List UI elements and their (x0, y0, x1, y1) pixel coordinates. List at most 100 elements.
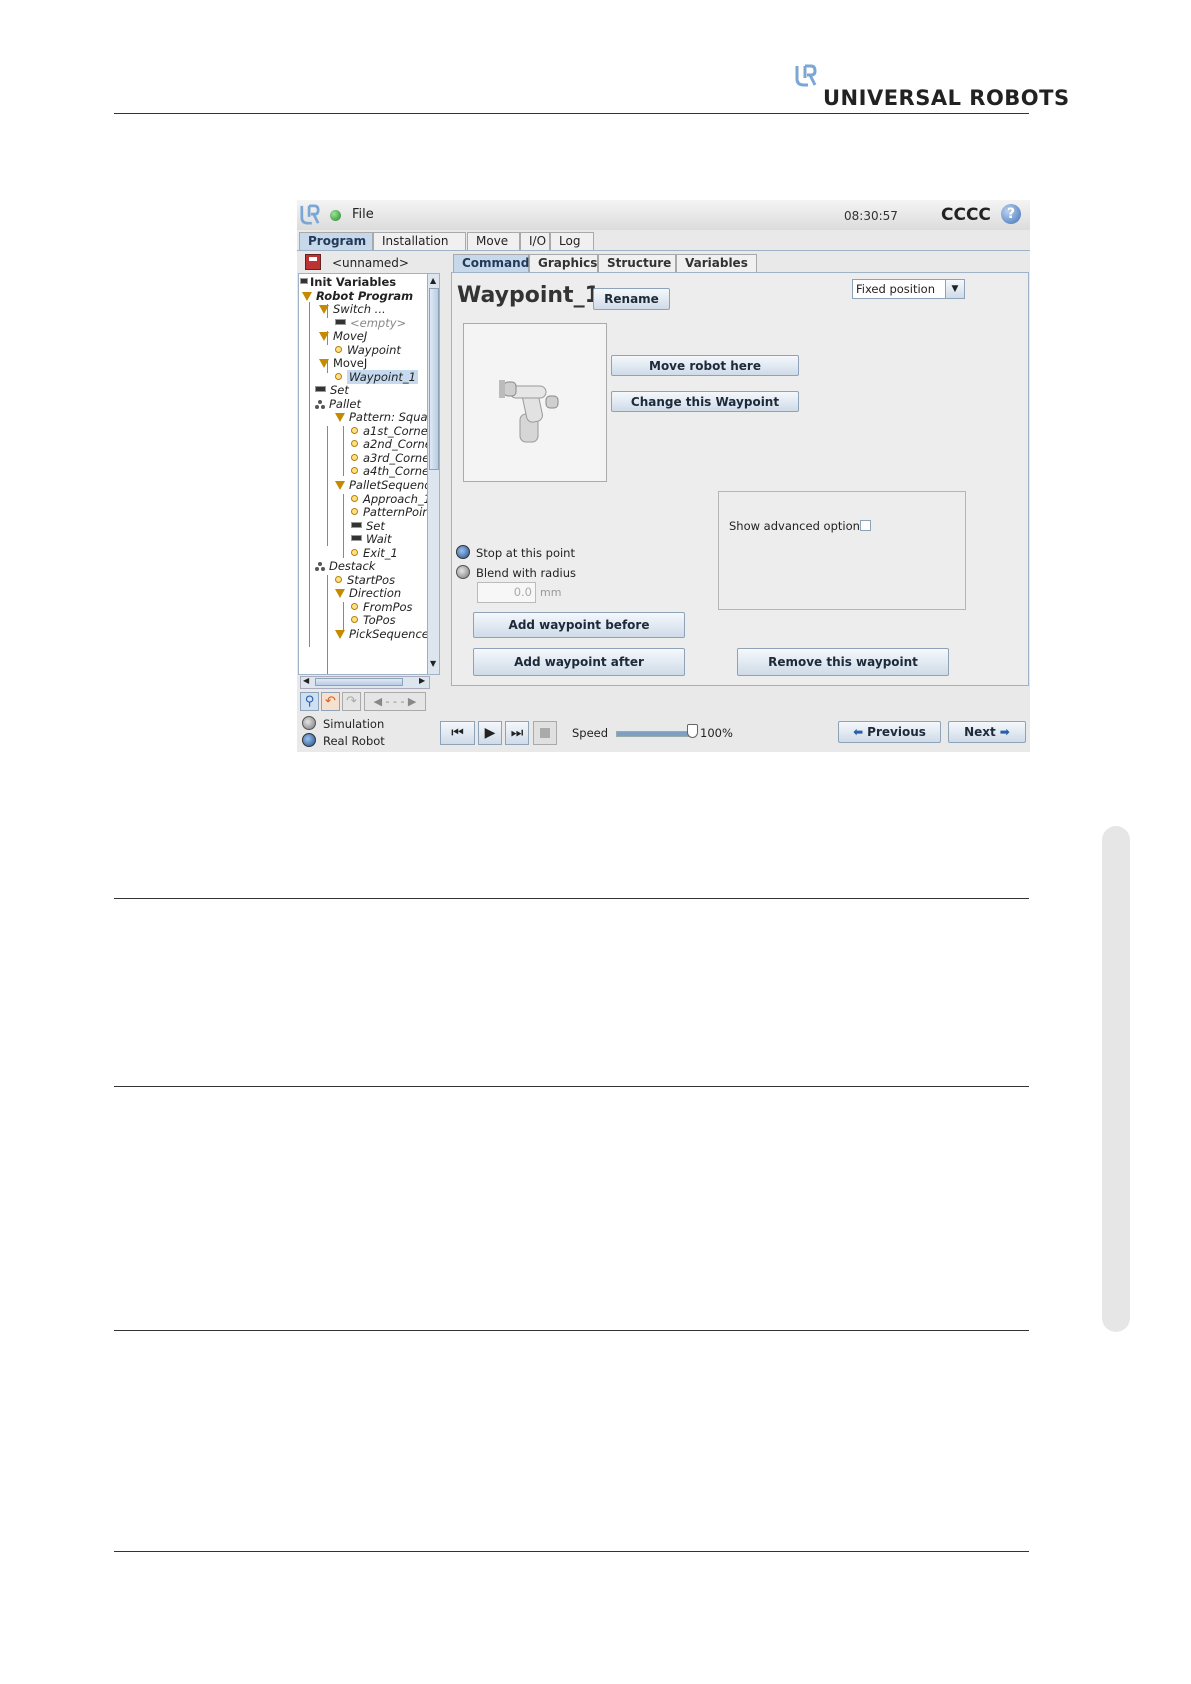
tab-graphics[interactable]: Graphics (529, 254, 598, 272)
simulation-radio[interactable] (302, 716, 316, 730)
waypoint-title: Waypoint_1 (457, 283, 600, 308)
tab-program[interactable]: Program (299, 232, 373, 250)
program-name: <unnamed> (332, 256, 409, 270)
tab-divider (297, 250, 1030, 251)
previous-button[interactable]: ⬅ Previous (838, 721, 941, 743)
brand-name: UNIVERSAL ROBOTS (823, 86, 1070, 110)
ur-logo-icon (795, 64, 817, 87)
tab-variables[interactable]: Variables (676, 254, 757, 272)
tree-node[interactable]: a2nd_Corne (351, 437, 432, 451)
tree-node[interactable]: MoveJ (319, 329, 367, 343)
tree-node[interactable]: Pattern: Squar (335, 410, 432, 424)
tree-node[interactable]: StartPos (335, 573, 395, 587)
position-mode-select[interactable]: Fixed position ▼ (852, 279, 965, 299)
polyscope-screenshot: File 08:30:57 CCCC ? Program Installatio… (297, 200, 1030, 752)
scroll-left-icon[interactable]: ◀ (303, 676, 309, 685)
skip-to-start-icon[interactable]: ⏮ (440, 721, 475, 745)
tree-node[interactable]: Exit_1 (351, 546, 398, 560)
file-menu[interactable]: File (352, 207, 374, 222)
tree-node-selected[interactable]: Waypoint_1 (335, 370, 418, 384)
tree-node[interactable]: ToPos (351, 613, 396, 627)
move-robot-here-button[interactable]: Move robot here (611, 355, 799, 376)
help-icon[interactable]: ? (1001, 204, 1021, 224)
tree-node[interactable]: a4th_Corner (351, 464, 434, 478)
section-rule (114, 898, 1029, 899)
blend-radius-radio[interactable] (456, 565, 470, 579)
scroll-down-icon[interactable]: ▼ (430, 659, 436, 668)
scroll-right-icon[interactable]: ▶ (419, 676, 425, 685)
robot-preview (463, 323, 607, 482)
chapter-side-tab (1102, 826, 1130, 1332)
robot-arm-icon (499, 380, 559, 443)
next-button[interactable]: Next ➡ (948, 721, 1026, 743)
save-icon[interactable] (305, 254, 321, 270)
search-icon[interactable]: ⚲ (300, 692, 319, 711)
change-waypoint-button[interactable]: Change this Waypoint (611, 391, 799, 412)
program-tree[interactable]: Init Variables Robot Program Switch ... … (298, 273, 440, 675)
clock: 08:30:57 (844, 209, 898, 223)
tree-node[interactable]: Set (315, 383, 349, 397)
tab-command[interactable]: Command (453, 254, 529, 272)
add-waypoint-before-button[interactable]: Add waypoint before (473, 612, 685, 638)
tree-node[interactable]: Set (351, 519, 385, 533)
blend-radius-input[interactable]: 0.0 (477, 582, 536, 603)
section-rule (114, 1551, 1029, 1552)
tree-node[interactable]: PatternPoint (351, 505, 434, 519)
rename-button[interactable]: Rename (593, 288, 670, 310)
step-icon[interactable]: ⏭ (505, 721, 529, 745)
tree-node[interactable]: PalletSequenc (335, 478, 431, 492)
section-rule (114, 1330, 1029, 1331)
scroll-up-icon[interactable]: ▲ (430, 276, 436, 285)
tree-scroll-thumb[interactable] (429, 288, 439, 470)
remove-waypoint-button[interactable]: Remove this waypoint (737, 648, 949, 676)
header-rule (114, 113, 1029, 114)
tree-node[interactable]: Switch ... (319, 302, 386, 316)
tree-node[interactable]: a1st_Corner (351, 424, 433, 438)
tree-node[interactable]: Wait (351, 532, 392, 546)
stop-at-point-label: Stop at this point (476, 546, 575, 560)
tree-node[interactable]: Destack (315, 559, 375, 573)
tree-node[interactable]: Direction (335, 586, 401, 600)
tree-hscroll-thumb[interactable] (315, 678, 403, 686)
tab-structure[interactable]: Structure (598, 254, 676, 272)
position-mode-value: Fixed position (856, 282, 936, 296)
tree-node[interactable]: PickSequence (335, 627, 429, 641)
chevron-down-icon[interactable]: ▼ (945, 280, 964, 298)
real-robot-radio[interactable] (302, 733, 316, 747)
move-node-arrows[interactable]: ◀ - - - ▶ (364, 692, 426, 711)
tab-move[interactable]: Move (467, 232, 520, 250)
tree-node[interactable]: FromPos (351, 600, 413, 614)
tree-node[interactable]: a3rd_Corner (351, 451, 434, 465)
tree-node[interactable]: Approach_1 (351, 492, 431, 506)
tree-horizontal-scrollbar[interactable]: ◀ ▶ (300, 676, 430, 689)
speed-fill (617, 732, 694, 736)
advanced-options-checkbox[interactable] (860, 520, 871, 531)
tree-node[interactable]: Robot Program (302, 289, 413, 303)
ur-logo-icon[interactable] (300, 204, 320, 226)
undo-icon[interactable]: ↶ (321, 692, 340, 711)
command-panel: Waypoint_1 Rename Fixed position ▼ Move … (451, 272, 1029, 686)
play-icon[interactable]: ▶ (478, 721, 502, 745)
tab-installation[interactable]: Installation (373, 232, 466, 250)
tab-io[interactable]: I/O (520, 232, 550, 250)
tree-vertical-scrollbar[interactable]: ▲ ▼ (427, 274, 439, 674)
tree-node[interactable]: Pallet (315, 397, 361, 411)
speed-label: Speed (572, 726, 609, 740)
add-waypoint-after-button[interactable]: Add waypoint after (473, 648, 685, 676)
tab-log[interactable]: Log (550, 232, 594, 250)
tree-node[interactable]: <empty> (335, 316, 406, 330)
tree-node[interactable]: MoveJ (319, 356, 367, 370)
robot-name: CCCC (941, 205, 991, 225)
redo-icon[interactable]: ↷ (342, 692, 361, 711)
status-led-icon (330, 210, 341, 221)
advanced-options-box: Show advanced options (718, 491, 966, 610)
speed-slider[interactable] (616, 731, 695, 737)
stop-at-point-radio[interactable] (456, 545, 470, 559)
speed-slider-knob[interactable] (687, 724, 698, 738)
tree-node[interactable]: Init Variables (300, 275, 396, 289)
tree-node[interactable]: Waypoint (335, 343, 401, 357)
advanced-options-label: Show advanced options (729, 519, 866, 533)
stop-icon[interactable] (533, 721, 557, 745)
simulation-label: Simulation (323, 717, 385, 731)
radius-unit: mm (540, 586, 562, 599)
